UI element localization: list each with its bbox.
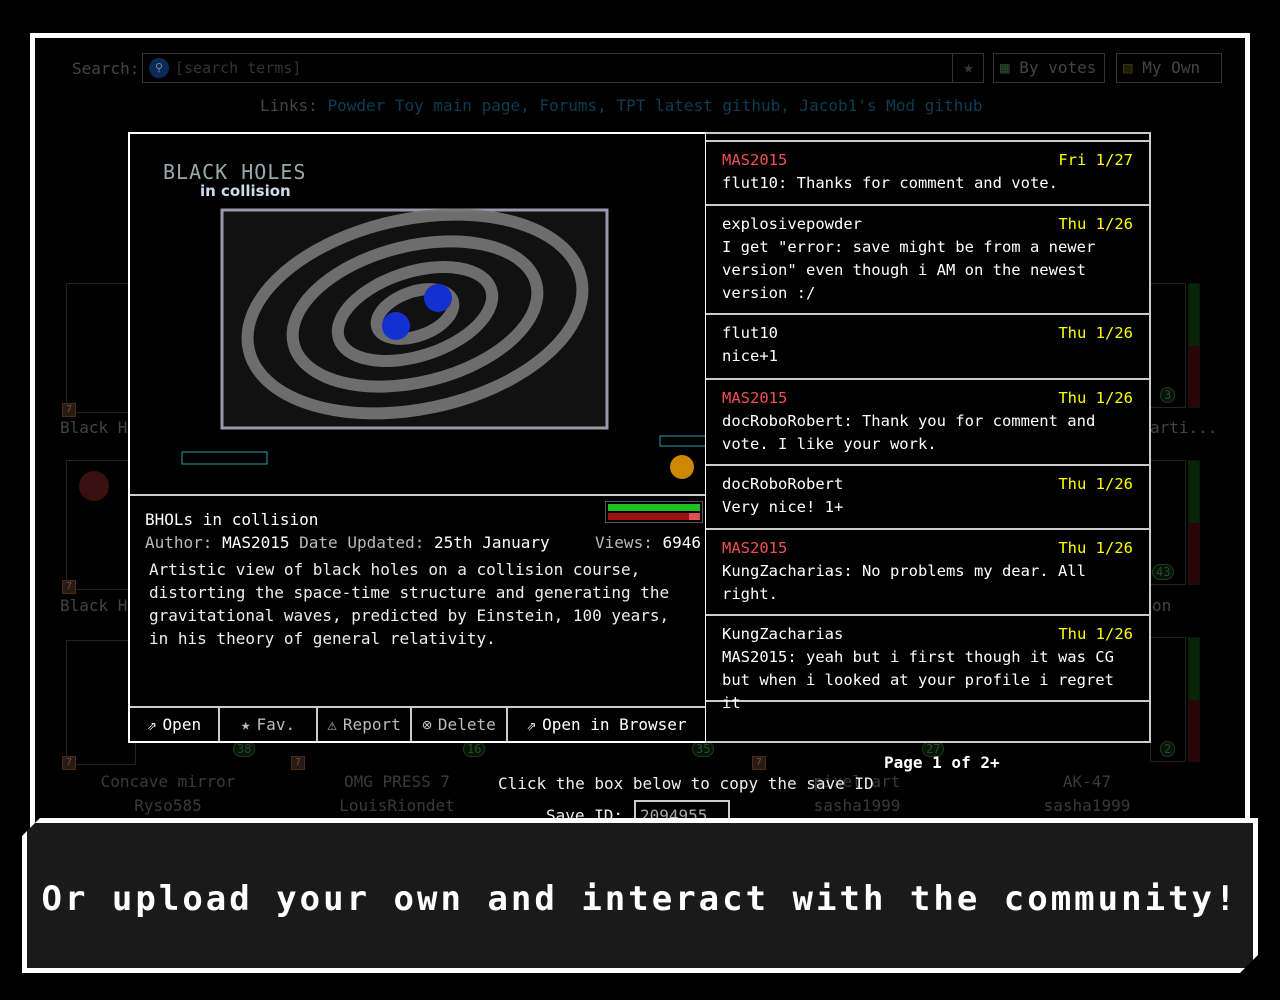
open-button[interactable]: ⇗ Open xyxy=(130,708,220,741)
search-icon: ⚲ xyxy=(149,58,169,78)
link-forums[interactable]: Forums, xyxy=(539,96,606,115)
comment-author[interactable]: MAS2015 xyxy=(722,387,787,410)
save-author: sasha1999 xyxy=(1043,796,1131,815)
link-jacob-github[interactable]: Jacob1's Mod github xyxy=(799,96,982,115)
version-badge: 7 xyxy=(62,580,76,594)
save-preview-panel: BLACK HOLES in collision BHOLs in collis… xyxy=(128,132,707,743)
search-placeholder: [search terms] xyxy=(175,59,302,77)
open-in-browser-button[interactable]: ⇗ Open in Browser xyxy=(508,708,705,741)
open-icon: ⇗ xyxy=(146,715,157,734)
save-title: Black H xyxy=(60,418,128,437)
comment: MAS2015 Thu 1/26 KungZacharias: No problem… xyxy=(706,528,1149,616)
comment-author[interactable]: MAS2015 xyxy=(722,149,787,172)
folder-icon: ▧ xyxy=(1123,58,1133,77)
save-id-hint: Click the box below to copy the save ID xyxy=(498,774,874,793)
caption-banner: Or upload your own and interact with the… xyxy=(22,818,1258,973)
comment-text: Very nice! 1+ xyxy=(722,498,844,516)
vote-count-badge: 2 xyxy=(1160,741,1176,757)
vote-bar xyxy=(1188,283,1200,408)
save-title: OMG PRESS 7 xyxy=(344,772,450,791)
comment-author[interactable]: KungZacharias xyxy=(722,623,843,646)
comments-panel[interactable]: MAS2015 Fri 1/27 flut10: Thanks for commen… xyxy=(706,132,1151,743)
comment: explosivepowder Thu 1/26 I get "error: sav… xyxy=(706,204,1149,315)
favorite-filter-star-icon[interactable]: ★ xyxy=(952,53,984,83)
comment-date: Thu 1/26 xyxy=(1058,625,1133,643)
delete-icon: ⊗ xyxy=(422,715,432,734)
author-name[interactable]: MAS2015 xyxy=(222,533,289,552)
comment: flut10 Thu 1/26 nice+1 xyxy=(706,313,1149,380)
preview-subtitle: in collision xyxy=(200,182,291,200)
version-badge: 7 xyxy=(62,756,76,770)
comment-text: MAS2015: yeah but i first though it was … xyxy=(722,648,1114,712)
comment-author[interactable]: MAS2015 xyxy=(722,537,787,560)
comment-author[interactable]: docRoboRobert xyxy=(722,473,843,496)
vote-score-bar xyxy=(605,501,703,523)
open-external-icon: ⇗ xyxy=(526,715,537,734)
comment-text: nice+1 xyxy=(722,347,778,365)
vote-count-badge: 38 xyxy=(233,741,256,757)
save-thumbnail[interactable] xyxy=(66,283,136,413)
comment-text: KungZacharias: No problems my dear. All … xyxy=(722,562,1086,603)
vote-count-badge: 16 xyxy=(463,741,486,757)
delete-button[interactable]: ⊗ Delete xyxy=(412,708,508,741)
search-label: Search: xyxy=(72,59,140,78)
preview-title: BLACK HOLES xyxy=(163,160,306,184)
comment: docRoboRobert Thu 1/26 Very nice! 1+ xyxy=(706,464,1149,530)
comment-date: Thu 1/26 xyxy=(1058,475,1133,493)
save-author: Ryso585 xyxy=(134,796,202,815)
warning-icon: ⚠ xyxy=(327,715,337,734)
comment-date: Thu 1/26 xyxy=(1058,389,1133,407)
version-badge: 7 xyxy=(62,403,76,417)
comment-author[interactable]: flut10 xyxy=(722,322,778,345)
vote-count-badge: 35 xyxy=(692,741,715,757)
star-icon: ★ xyxy=(240,715,251,734)
comment-date: Thu 1/26 xyxy=(1058,215,1133,233)
comment-date: Thu 1/26 xyxy=(1058,539,1133,557)
save-author: sasha1999 xyxy=(813,796,901,815)
comment: MAS2015 Fri 1/27 flut10: Thanks for commen… xyxy=(706,140,1149,206)
link-tpt-github[interactable]: TPT latest github, xyxy=(616,96,789,115)
comment-date: Fri 1/27 xyxy=(1058,151,1133,169)
save-description: Artistic view of black holes on a collis… xyxy=(149,560,670,648)
comment-author[interactable]: explosivepowder xyxy=(722,213,862,236)
fav-button[interactable]: ★ Fav. xyxy=(220,708,318,741)
save-preview-image[interactable]: BLACK HOLES in collision xyxy=(130,134,707,496)
save-title: AK-47 xyxy=(1062,772,1112,791)
save-author: LouisRiondet xyxy=(339,796,455,815)
save-title: Concave mirror xyxy=(100,772,236,791)
my-own-button[interactable]: ▧ My Own xyxy=(1116,53,1222,83)
vote-bar xyxy=(1188,460,1200,585)
save-info: BHOLs in collision Author: MAS2015 Date … xyxy=(130,496,705,706)
save-title: Black H xyxy=(60,596,128,615)
save-thumbnail[interactable] xyxy=(66,640,136,765)
pagination: Page 1 of 2+ xyxy=(884,753,1000,772)
version-badge: 7 xyxy=(752,756,766,770)
comment-text: flut10: Thanks for comment and vote. xyxy=(722,174,1058,192)
preview-artwork: BLACK HOLES in collision xyxy=(163,160,707,479)
comment-text: docRoboRobert: Thank you for comment and… xyxy=(722,412,1096,453)
save-name: BHOLs in collision xyxy=(145,510,319,529)
save-meta: Author: MAS2015 Date Updated: 25th Janua… xyxy=(145,533,550,552)
search-input[interactable]: ⚲ [search terms] xyxy=(142,53,984,83)
save-title: arti... xyxy=(1150,418,1218,437)
vote-bar xyxy=(1188,637,1200,762)
sort-by-votes-button[interactable]: ▦ By votes xyxy=(993,53,1105,83)
comment-text: I get "error: save might be from a newer… xyxy=(722,238,1096,302)
vote-count-badge: 3 xyxy=(1160,387,1176,403)
version-badge: 7 xyxy=(291,756,305,770)
banner-text: Or upload your own and interact with the… xyxy=(41,879,1239,919)
comment: MAS2015 Thu 1/26 docRoboRobert: Thank you … xyxy=(706,378,1149,466)
link-main-page[interactable]: Powder Toy main page, xyxy=(327,96,529,115)
comment-date: Thu 1/26 xyxy=(1058,324,1133,342)
action-buttons: ⇗ Open ★ Fav. ⚠ Report ⊗ Delete ⇗ Open in Bro… xyxy=(130,706,705,741)
sort-icon: ▦ xyxy=(1000,58,1010,77)
links-bar: Links: Powder Toy main page, Forums, TPT… xyxy=(260,96,983,115)
report-button[interactable]: ⚠ Report xyxy=(318,708,412,741)
save-title: on xyxy=(1152,596,1172,615)
views: Views: 6946 xyxy=(595,533,701,552)
vote-count-badge: 43 xyxy=(1152,564,1175,580)
save-thumbnail[interactable] xyxy=(66,460,136,590)
comment: KungZacharias Thu 1/26 MAS2015: yeah but i… xyxy=(706,614,1149,712)
